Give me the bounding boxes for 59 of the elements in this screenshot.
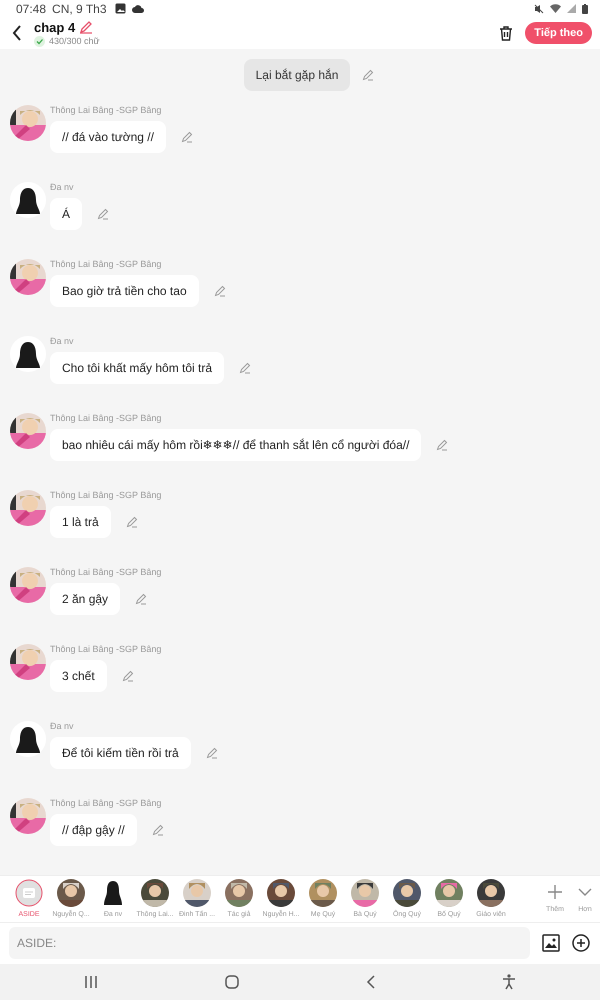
speaker-name: Thông Lai Bâng -SGP Bâng [50,798,162,808]
edit-icon[interactable] [135,593,148,606]
message-bubble: // đập gậy // [50,814,137,846]
message-bubble: Cho tôi khất mấy hôm tôi trả [50,352,224,384]
edit-icon[interactable] [180,131,193,144]
input-field[interactable]: ASIDE: [9,927,530,960]
gallery-icon [114,3,126,14]
message-bubble: Á [50,198,82,230]
back-icon[interactable] [366,975,376,990]
battery-icon [582,4,588,14]
avatar-silhouette [10,336,46,372]
accessibility-icon[interactable] [502,974,516,990]
chapter-title: chap 4 [34,20,76,35]
message-bubble: 3 chết [50,660,107,692]
edit-icon[interactable] [362,69,374,82]
edit-icon[interactable] [152,824,164,836]
cloud-icon [132,4,144,12]
avatar-silhouette [10,182,46,218]
pencil-icon[interactable] [79,20,94,34]
edit-icon[interactable] [436,439,448,452]
word-count: 430/300 chữ [49,36,100,46]
speaker-name: Thông Lai Bâng -SGP Bâng [50,644,162,654]
message-bubble: bao nhiêu cái mấy hôm rồi❄❄❄// để thanh sắt lên cổ người đóa// [50,429,422,462]
status-time: 07:48 [16,2,46,16]
speaker-name: Thông Lai Bâng -SGP Bâng [50,259,162,270]
wifi-icon [550,4,561,13]
back-icon[interactable] [12,25,22,42]
narration-bubble: Lại bắt gặp hắn [244,59,350,92]
message-bubble: Để tôi kiếm tiền rồi trả [50,737,191,770]
image-icon[interactable] [542,934,560,952]
speaker-name: Thông Lai Bâng -SGP Bâng [50,490,162,500]
edit-icon[interactable] [206,747,218,760]
edit-icon[interactable] [97,208,110,220]
speaker-name: Thông Lai Bâng -SGP Bâng [50,413,162,424]
edit-icon[interactable] [122,670,134,682]
edit-icon[interactable] [239,362,252,374]
message-bubble: Bao giờ trả tiền cho tao [50,275,199,308]
speaker-name: Đa nv [50,182,75,192]
trash-icon[interactable] [499,26,514,41]
aside-icon [15,879,43,908]
message-bubble: // đá vào tường // [50,121,166,154]
speaker-name: Đa nv [50,721,75,732]
add-icon[interactable] [572,934,590,952]
mute-icon [534,4,544,14]
next-button[interactable]: Tiếp theo [525,22,592,44]
edit-icon[interactable] [214,285,226,298]
message-bubble: 1 là trả [50,506,111,538]
speaker-name: Thông Lai Bâng -SGP Bâng [50,567,162,578]
speaker-name: Thông Lai Bâng -SGP Bâng [50,105,162,116]
status-date: CN, 9 Th3 [52,2,106,16]
recent-apps-icon[interactable] [84,976,98,988]
avatar-silhouette [10,721,46,758]
edit-icon[interactable] [126,516,138,528]
speaker-name: Đa nv [50,336,75,346]
check-icon [34,36,45,47]
home-icon[interactable] [224,975,239,990]
message-bubble: 2 ăn gậy [50,583,120,616]
signal-icon [567,4,576,13]
plus-icon [547,884,563,900]
